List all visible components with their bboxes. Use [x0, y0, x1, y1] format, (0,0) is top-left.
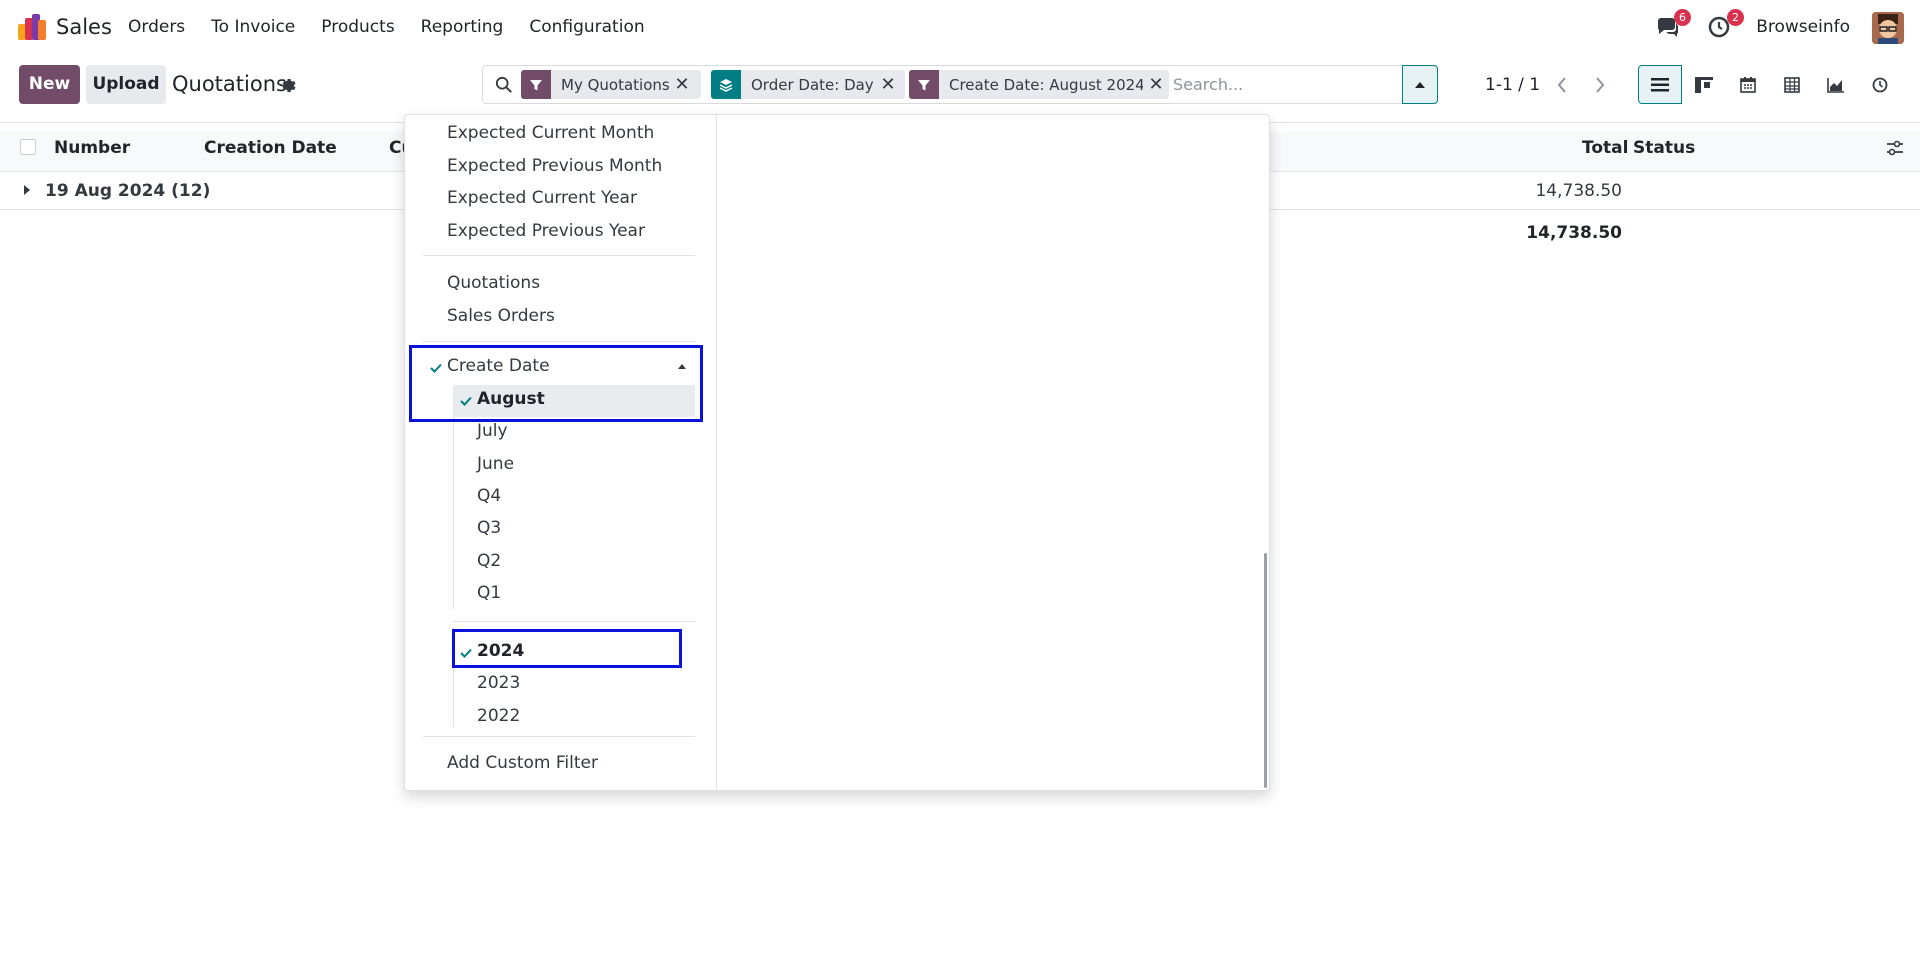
calendar-view-button[interactable] [1726, 65, 1770, 104]
clock-icon[interactable]: 2 [1708, 9, 1744, 39]
new-button[interactable]: New [19, 65, 80, 104]
sales-app-logo-icon[interactable] [18, 14, 46, 40]
activities-badge: 2 [1727, 9, 1744, 26]
gear-icon[interactable] [278, 75, 296, 93]
close-icon[interactable]: ✕ [669, 74, 695, 95]
option-q3[interactable]: Q3 [477, 518, 501, 538]
pager-value[interactable]: 1-1 / 1 [1485, 75, 1540, 95]
facet-my-quotations[interactable]: My Quotations ✕ [521, 70, 701, 99]
option-q2[interactable]: Q2 [477, 551, 501, 571]
menu-products[interactable]: Products [321, 17, 394, 37]
kanban-icon [1695, 76, 1713, 93]
close-icon[interactable]: ✕ [875, 74, 901, 95]
facet-label: My Quotations [561, 75, 669, 94]
column-total[interactable]: Total [1582, 138, 1628, 158]
search-input[interactable] [1173, 70, 1393, 99]
option-july[interactable]: July [477, 421, 508, 441]
app-name[interactable]: Sales [56, 15, 112, 39]
filter-dropdown: Expected Current Month Expected Previous… [404, 114, 1270, 791]
menu-configuration[interactable]: Configuration [529, 17, 644, 37]
divider [453, 621, 695, 622]
clock-icon [1872, 77, 1888, 92]
search-bar[interactable]: My Quotations ✕ Order Date: Day ✕ Create… [482, 65, 1438, 104]
page-title: Quotations [172, 72, 287, 96]
list-view-button[interactable] [1638, 65, 1682, 104]
control-panel: New Upload Quotations My Quotations ✕ Or… [0, 55, 1920, 123]
kanban-view-button[interactable] [1682, 65, 1726, 104]
list-icon [1651, 77, 1669, 91]
option-2023[interactable]: 2023 [477, 673, 520, 693]
filter-quotations[interactable]: Quotations [447, 273, 540, 293]
user-name[interactable]: Browseinfo [1756, 17, 1850, 37]
layers-icon [711, 70, 741, 99]
grand-total: 14,738.50 [1526, 223, 1622, 243]
option-q1[interactable]: Q1 [477, 583, 501, 603]
pager-next-button[interactable] [1582, 65, 1618, 104]
menu-orders[interactable]: Orders [128, 17, 185, 37]
messages-badge: 6 [1674, 9, 1691, 26]
facet-label: Create Date: August 2024 [949, 75, 1143, 94]
group-total: 14,738.50 [1535, 181, 1622, 201]
group-label[interactable]: 19 Aug 2024 (12) [45, 181, 210, 201]
area-chart-icon [1827, 77, 1844, 93]
option-2022[interactable]: 2022 [477, 706, 520, 726]
table-icon [1784, 76, 1800, 93]
filter-expected-previous-year[interactable]: Expected Previous Year [447, 221, 645, 241]
highlight-box-create-date [409, 345, 703, 422]
option-june[interactable]: June [477, 454, 514, 474]
caret-right-icon [24, 185, 30, 195]
column-status[interactable]: Status [1633, 138, 1695, 158]
pivot-view-button[interactable] [1770, 65, 1814, 104]
menu-reporting[interactable]: Reporting [421, 17, 504, 37]
filter-icon [521, 70, 551, 99]
chevron-left-icon [1557, 76, 1566, 93]
chat-icon[interactable]: 6 [1655, 9, 1691, 39]
search-options-toggle[interactable] [1402, 65, 1438, 104]
select-all-checkbox[interactable] [20, 139, 36, 155]
pager-previous-button[interactable] [1544, 65, 1580, 104]
column-settings-icon[interactable] [1886, 140, 1904, 156]
facet-create-date[interactable]: Create Date: August 2024 ✕ [909, 70, 1169, 99]
filter-icon [909, 70, 939, 99]
facet-order-date-day[interactable]: Order Date: Day ✕ [711, 70, 905, 99]
menu-to-invoice[interactable]: To Invoice [211, 17, 295, 37]
divider [423, 255, 695, 256]
close-icon[interactable]: ✕ [1143, 74, 1169, 95]
column-number[interactable]: Number [54, 138, 130, 158]
filters-column: Expected Current Month Expected Previous… [405, 115, 717, 790]
graph-view-button[interactable] [1814, 65, 1858, 104]
calendar-icon [1740, 76, 1756, 93]
caret-up-icon [1415, 81, 1425, 88]
chevron-right-icon [1596, 76, 1605, 93]
activity-view-button[interactable] [1858, 65, 1902, 104]
scrollbar[interactable] [1264, 553, 1267, 788]
facet-label: Order Date: Day [751, 75, 874, 94]
main-menu: Orders To Invoice Products Reporting Con… [128, 17, 671, 37]
avatar[interactable] [1872, 12, 1904, 44]
view-switcher [1638, 65, 1902, 104]
filter-expected-current-year[interactable]: Expected Current Year [447, 188, 637, 208]
option-q4[interactable]: Q4 [477, 486, 501, 506]
column-creation-date[interactable]: Creation Date [204, 138, 337, 158]
filter-expected-current-month[interactable]: Expected Current Month [447, 123, 654, 143]
upload-button[interactable]: Upload [86, 65, 166, 104]
add-custom-filter[interactable]: Add Custom Filter [447, 753, 598, 773]
divider [423, 341, 695, 342]
highlight-box-year [452, 629, 682, 668]
divider [423, 736, 695, 737]
filter-sales-orders[interactable]: Sales Orders [447, 306, 555, 326]
top-navbar: Sales Orders To Invoice Products Reporti… [0, 0, 1920, 55]
search-icon [495, 76, 513, 94]
filter-expected-previous-month[interactable]: Expected Previous Month [447, 156, 662, 176]
